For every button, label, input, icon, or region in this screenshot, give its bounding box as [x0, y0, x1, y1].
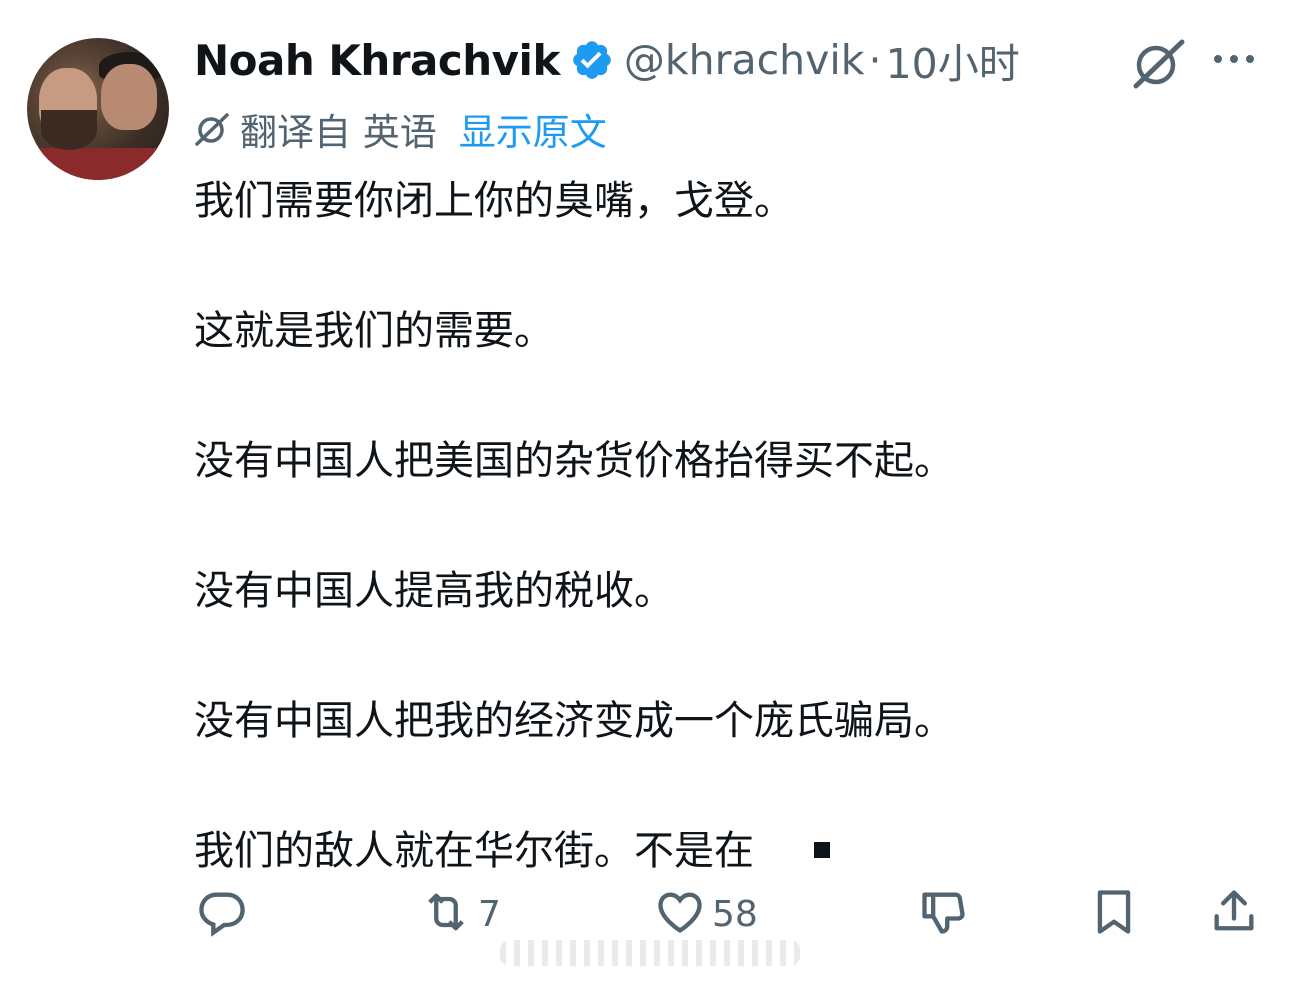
avatar-beard — [41, 110, 97, 150]
tweet-paragraph: 没有中国人提高我的税收。 — [194, 568, 674, 614]
like-button[interactable]: 58 — [654, 886, 758, 942]
tweet-paragraph: 这就是我们的需要。 — [194, 308, 554, 354]
retweet-count: 7 — [478, 893, 501, 935]
author-name[interactable]: Noah Khrachvik — [194, 36, 560, 85]
reply-icon — [196, 886, 248, 942]
author-handle[interactable]: @khrachvik — [624, 36, 865, 84]
grok-icon[interactable] — [1130, 36, 1186, 90]
avatar-face-right — [101, 64, 157, 130]
show-original-link[interactable]: 显示原文 — [459, 102, 607, 156]
translated-from-label: 翻译自 英语 — [240, 111, 437, 154]
redaction-mark — [814, 842, 830, 858]
avatar-shirt — [27, 148, 169, 180]
avatar[interactable] — [27, 38, 169, 180]
verified-badge-icon[interactable] — [570, 38, 614, 82]
thumbs-down-icon — [918, 886, 970, 942]
tweet-header: Noah Khrachvik @khrachvik · 10小时 — [194, 30, 1020, 90]
tweet-paragraph: 没有中国人把美国的杂货价格抬得买不起。 — [194, 438, 954, 484]
separator-dot: · — [868, 36, 882, 84]
bookmark-icon — [1088, 886, 1140, 942]
reply-button[interactable] — [196, 886, 248, 942]
tweet-body: 我们需要你闭上你的臭嘴，戈登。 这就是我们的需要。 没有中国人把美国的杂货价格抬… — [194, 170, 1254, 950]
translation-notice: 翻译自 英语 显示原文 — [194, 104, 607, 154]
timestamp[interactable]: 10小时 — [886, 30, 1020, 90]
bookmark-button[interactable] — [1088, 886, 1140, 942]
like-count: 58 — [712, 893, 758, 935]
share-icon — [1208, 886, 1260, 942]
retweet-button[interactable]: 7 — [420, 886, 501, 942]
tweet-paragraph: 我们需要你闭上你的臭嘴，戈登。 — [194, 178, 794, 224]
more-options-icon[interactable] — [1210, 44, 1258, 74]
dislike-button[interactable] — [918, 886, 970, 942]
watermark — [500, 940, 800, 966]
tweet: Noah Khrachvik @khrachvik · 10小时 翻译自 英语 … — [0, 0, 1290, 982]
retweet-icon — [420, 886, 472, 942]
tweet-paragraph: 没有中国人把我的经济变成一个庞氏骗局。 — [194, 698, 954, 744]
share-button[interactable] — [1208, 886, 1260, 942]
translate-icon — [194, 111, 230, 147]
tweet-paragraph-last: 我们的敌人就在华尔街。不是在 — [194, 820, 1254, 882]
tweet-paragraph-text: 我们的敌人就在华尔街。不是在 — [194, 828, 754, 874]
heart-icon — [654, 886, 706, 942]
